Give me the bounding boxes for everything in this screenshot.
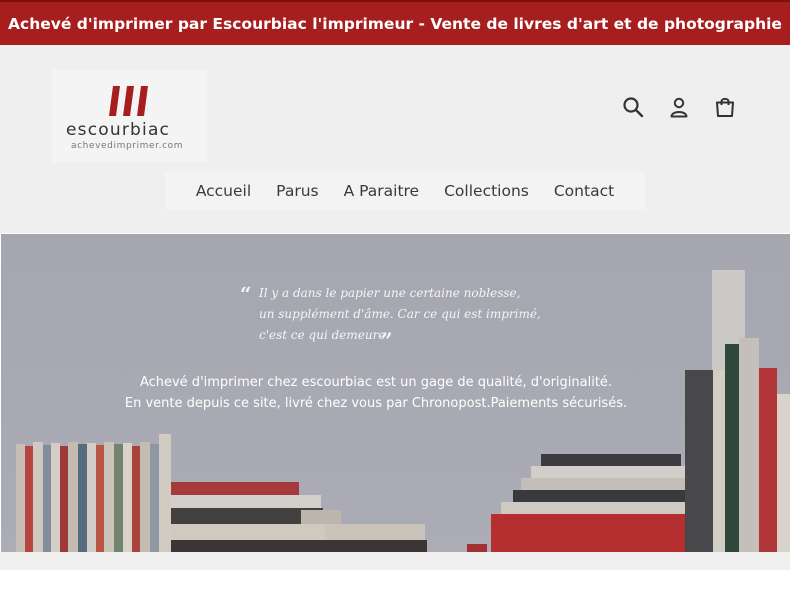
page-bottom-strip — [0, 552, 790, 570]
nav-item-contact[interactable]: Contact — [554, 182, 614, 200]
logo-name: escourbiac — [66, 120, 171, 140]
cart-icon[interactable] — [712, 94, 738, 120]
quote-open-icon: “ — [240, 282, 252, 306]
nav-item-a-paraitre[interactable]: A Paraitre — [344, 182, 420, 200]
logo-domain: achevedimprimer.com — [71, 141, 184, 151]
hero-tagline-2: En vente depuis ce site, livré chez vous… — [124, 396, 628, 411]
announcement-text: Achevé d'imprimer par Escourbiac l'impri… — [8, 14, 782, 33]
user-icon[interactable] — [666, 94, 692, 120]
quote-line-2: un supplément d'âme. Car ce qui est impr… — [259, 307, 541, 321]
nav-item-parus[interactable]: Parus — [276, 182, 318, 200]
logo-mark-icon — [109, 86, 148, 116]
announcement-bar: Achevé d'imprimer par Escourbiac l'impri… — [0, 0, 790, 45]
hero-overlay — [1, 234, 790, 552]
quote-line-1: Il y a dans le papier une certaine noble… — [259, 286, 521, 300]
nav-item-accueil[interactable]: Accueil — [196, 182, 251, 200]
search-icon[interactable] — [620, 94, 646, 120]
nav-item-collections[interactable]: Collections — [444, 182, 529, 200]
main-nav: Accueil Parus A Paraitre Collections Con… — [165, 172, 645, 210]
hero-tagline-1: Achevé d'imprimer chez escourbiac est un… — [139, 375, 613, 390]
hero-banner — [1, 234, 790, 552]
header-icons — [620, 94, 738, 120]
quote-line-3: c'est ce qui demeure. — [259, 328, 390, 342]
site-logo[interactable]: escourbiac achevedimprimer.com — [52, 70, 207, 162]
quote-close-icon: ” — [381, 328, 393, 352]
